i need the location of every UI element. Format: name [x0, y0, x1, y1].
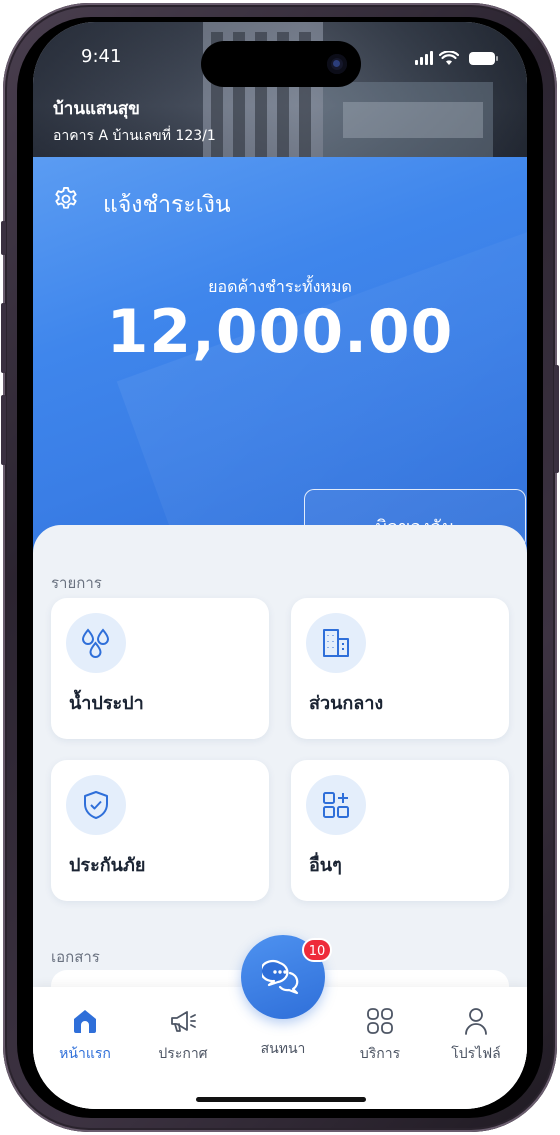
project-name: บ้านแสนสุข — [53, 99, 140, 119]
water-drops-icon — [66, 613, 126, 673]
volume-down-button — [1, 395, 6, 465]
grid-icon — [340, 1005, 420, 1037]
nav-label: บริการ — [359, 1046, 401, 1062]
action-button — [1, 221, 6, 255]
outstanding-amount: 12,000.00 — [106, 297, 454, 367]
tile-insurance[interactable]: ประกันภัย — [51, 760, 269, 901]
items-section-label: รายการ — [51, 574, 102, 592]
shield-check-icon — [66, 775, 126, 835]
nav-label: ประกาศ — [158, 1046, 208, 1062]
nav-label: หน้าแรก — [59, 1046, 111, 1062]
user-icon — [436, 1005, 516, 1037]
dynamic-island — [201, 41, 361, 87]
unit-info: อาคาร A บ้านเลขที่ 123/1 — [53, 128, 216, 144]
status-icons — [415, 50, 498, 66]
payment-card: แจ้งชำระเงิน ยอดค้างชำระทั้งหมด 12,000.0… — [33, 157, 527, 557]
chat-icon — [262, 959, 299, 995]
screen: 9:41 บ้านแสนสุข อาคาร A บ้านเลขที่ 123/1… — [33, 22, 527, 1109]
signal-icon — [415, 51, 433, 65]
tile-label: ประกันภัย — [69, 855, 146, 876]
megaphone-icon — [143, 1005, 223, 1037]
nav-services[interactable]: บริการ — [340, 1005, 420, 1065]
nav-profile[interactable]: โปรไฟล์ — [436, 1005, 516, 1065]
battery-icon — [469, 51, 498, 65]
home-indicator — [196, 1097, 366, 1102]
nav-home[interactable]: หน้าแรก — [45, 1005, 125, 1065]
gear-icon[interactable] — [52, 185, 80, 213]
tile-water[interactable]: น้ำประปา — [51, 598, 269, 739]
home-icon — [45, 1005, 125, 1037]
wifi-icon — [439, 50, 459, 65]
chat-badge: 10 — [302, 938, 332, 962]
tile-label: ส่วนกลาง — [309, 693, 384, 714]
power-button — [554, 365, 559, 473]
payment-title: แจ้งชำระเงิน — [103, 192, 231, 218]
status-time: 9:41 — [81, 46, 122, 67]
documents-section-label: เอกสาร — [51, 948, 100, 966]
tile-label: น้ำประปา — [69, 693, 144, 714]
header-photo: 9:41 บ้านแสนสุข อาคาร A บ้านเลขที่ 123/1 — [33, 22, 527, 162]
grid-plus-icon — [306, 775, 366, 835]
nav-label-chat: สนทนา — [260, 1041, 306, 1057]
tile-others[interactable]: อื่นๆ — [291, 760, 509, 901]
volume-up-button — [1, 303, 6, 373]
nav-announcements[interactable]: ประกาศ — [143, 1005, 223, 1065]
tile-label: อื่นๆ — [309, 855, 342, 876]
building-icon — [306, 613, 366, 673]
nav-label: โปรไฟล์ — [451, 1046, 501, 1062]
tile-common-area[interactable]: ส่วนกลาง — [291, 598, 509, 739]
